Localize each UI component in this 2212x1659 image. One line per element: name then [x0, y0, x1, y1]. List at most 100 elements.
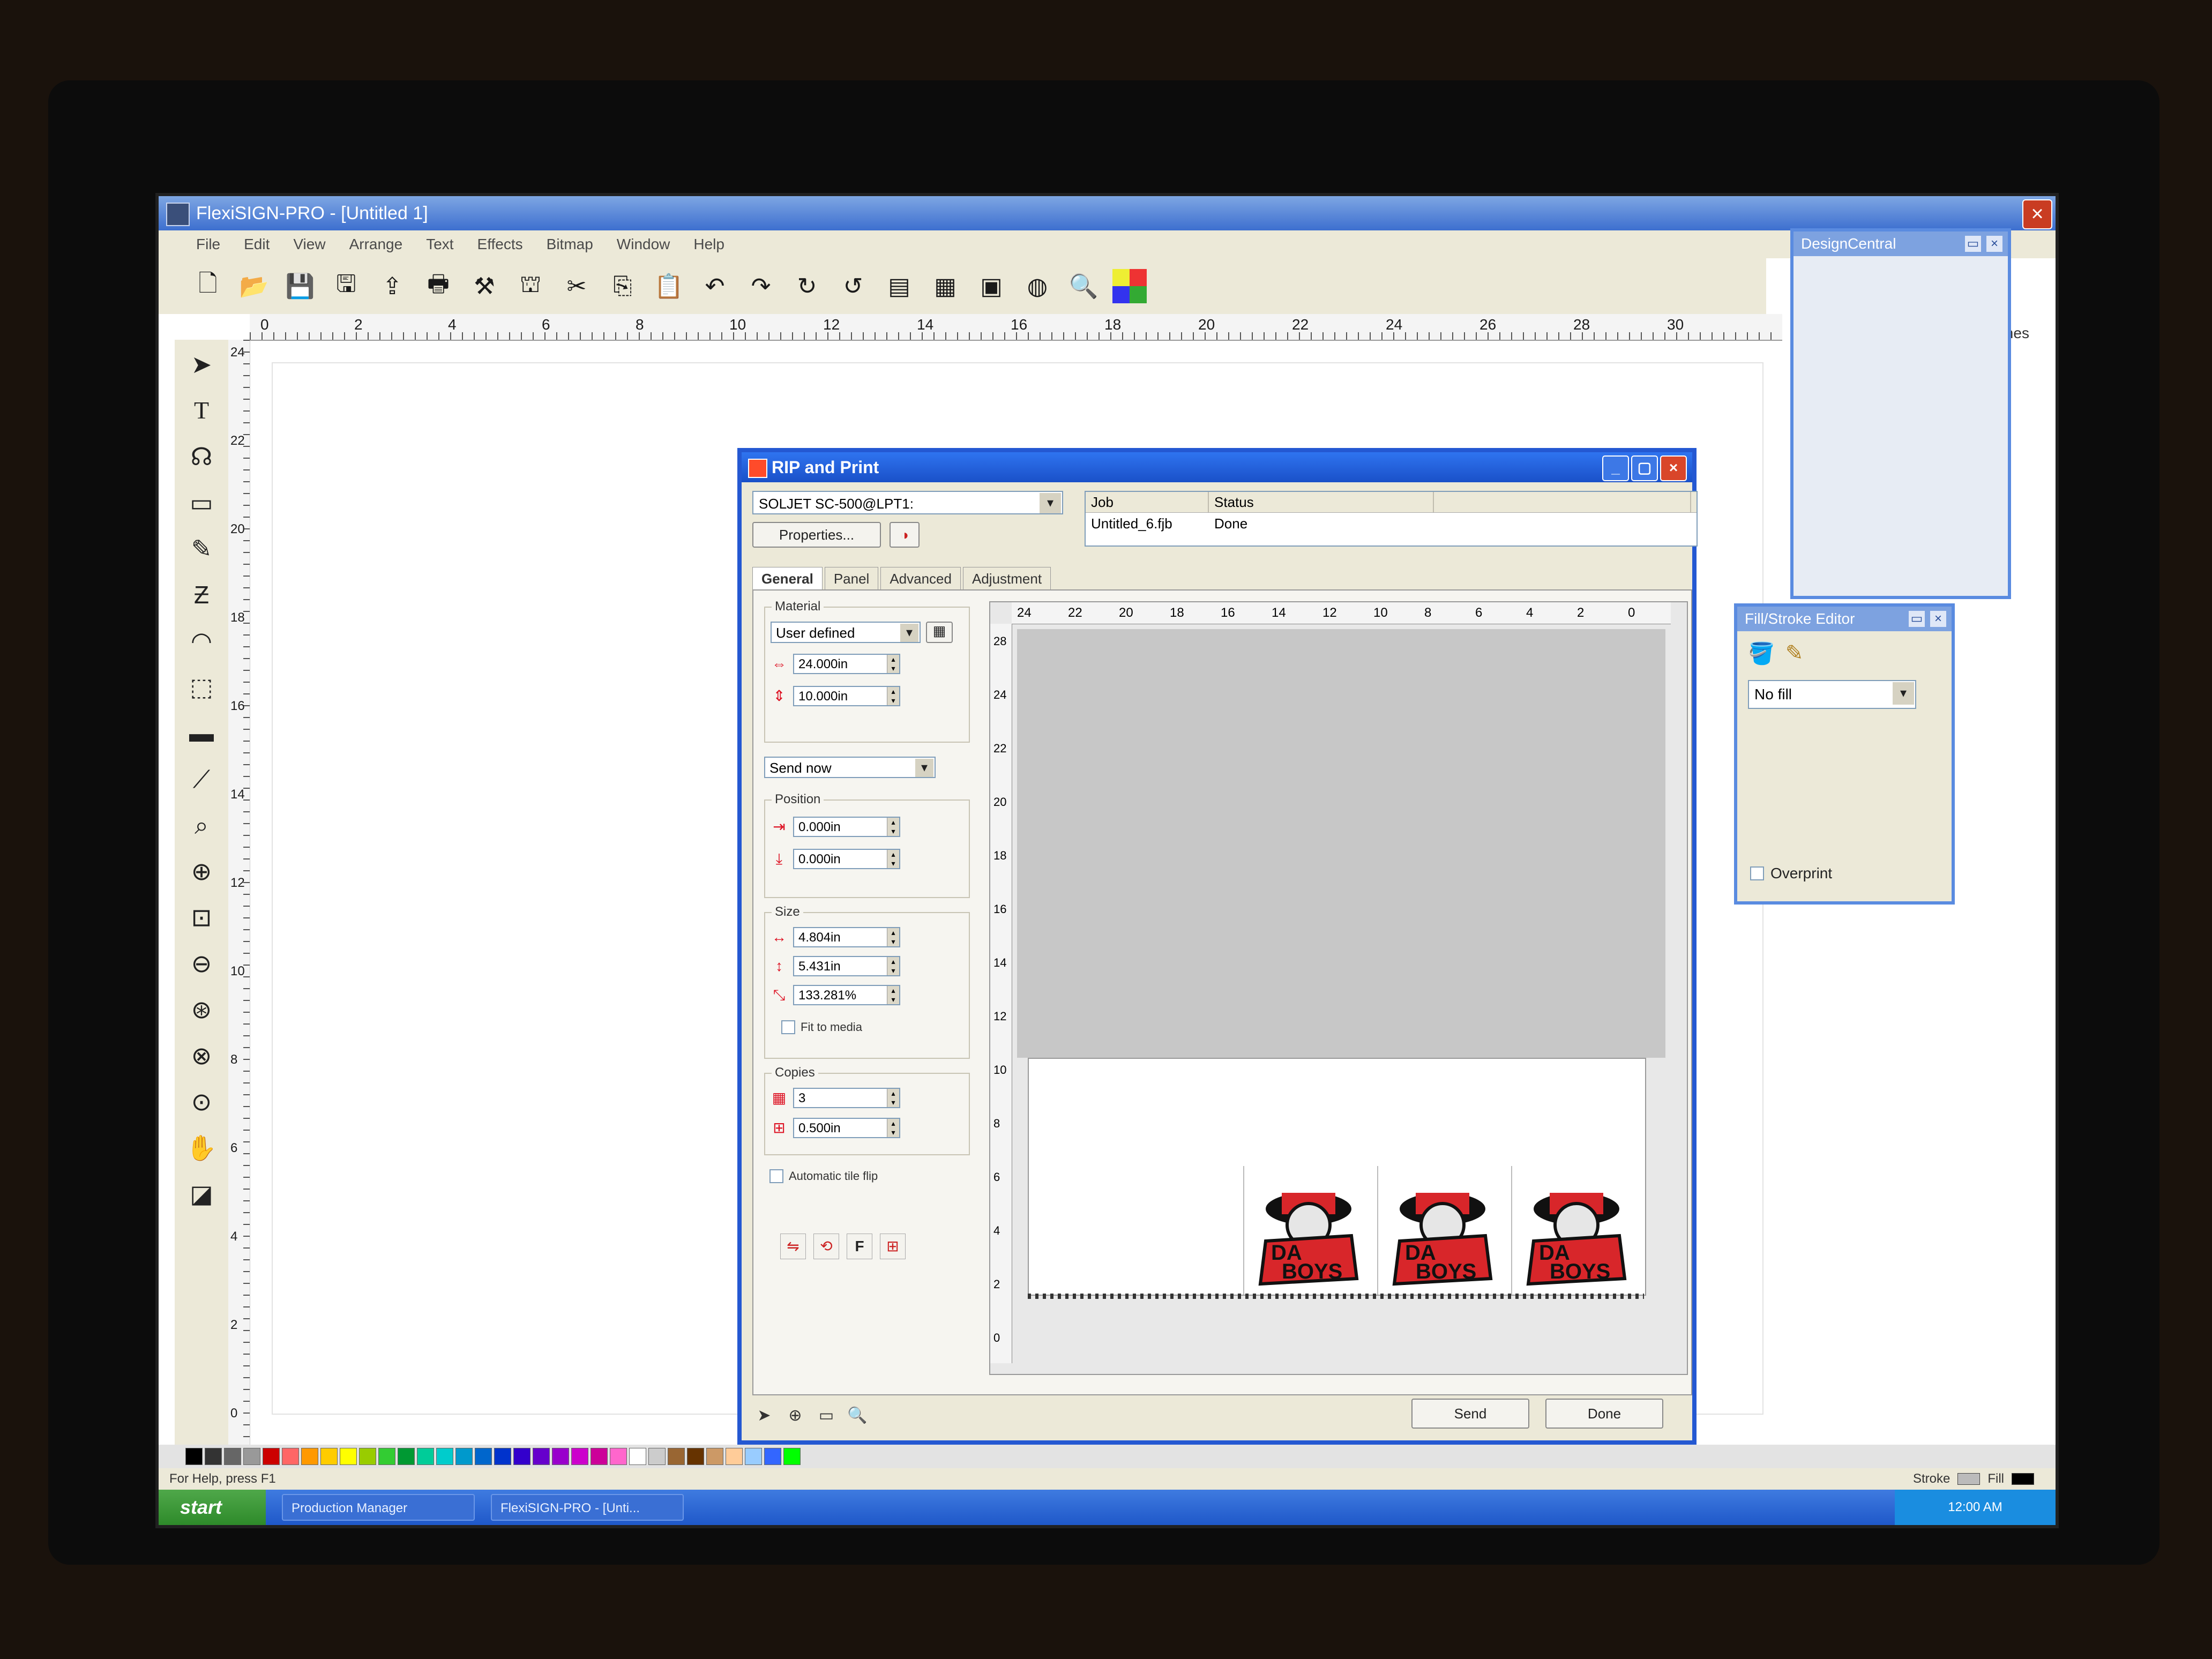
menu-file[interactable]: File	[196, 230, 220, 258]
size-height-input[interactable]: 5.431in ▴ ▾	[793, 956, 900, 976]
node-tool-icon[interactable]: ✎	[184, 533, 219, 565]
arrow-icon[interactable]: ➤	[752, 1404, 776, 1428]
printer-dropdown[interactable]: SOLJET SC-500@LPT1: ▾	[752, 491, 1063, 514]
select-tool-icon[interactable]: ➤	[184, 348, 219, 380]
tile-copy-2[interactable]: DA BOYS	[1377, 1166, 1507, 1295]
media-width-input[interactable]: 24.000in ▴ ▾	[793, 654, 900, 674]
tab-adjustment[interactable]: Adjustment	[962, 567, 1051, 591]
fill-swatch[interactable]	[2012, 1473, 2034, 1485]
palette-swatch[interactable]	[455, 1448, 473, 1465]
palette-swatch[interactable]	[494, 1448, 511, 1465]
send-mode-dropdown[interactable]: Send now ▾	[764, 757, 936, 778]
tile-icon[interactable]: ⊞	[880, 1234, 906, 1259]
curve-tool-icon[interactable]: ◠	[184, 625, 219, 657]
fit-to-media-checkbox[interactable]	[781, 1020, 795, 1034]
paste-icon[interactable]: 📋	[652, 269, 686, 303]
spin-icon[interactable]: ▴ ▾	[887, 928, 899, 946]
palette-swatch[interactable]	[320, 1448, 338, 1465]
spin-icon[interactable]: ▴ ▾	[887, 957, 899, 975]
maximize-icon[interactable]: ▢	[1631, 455, 1658, 481]
tab-panel[interactable]: Panel	[824, 567, 879, 591]
main-titlebar[interactable]: FlexiSIGN-PRO - [Untitled 1] ×	[159, 196, 2056, 230]
zoom-in-icon[interactable]: ⊕	[783, 1404, 807, 1428]
fit-page-icon[interactable]: ▭	[814, 1404, 838, 1428]
chevron-down-icon[interactable]: ▾	[915, 759, 933, 777]
tile-copy-1[interactable]: DA BOYS	[1243, 1166, 1373, 1295]
palette-swatch[interactable]	[629, 1448, 646, 1465]
media-settings-icon[interactable]: ▦	[926, 622, 953, 643]
zoom-in-icon[interactable]: ⊕	[184, 855, 219, 887]
design-central-titlebar[interactable]: DesignCentral ▭ ×	[1793, 231, 2008, 256]
palette-swatch[interactable]	[513, 1448, 530, 1465]
mirror-icon[interactable]: ⇋	[780, 1234, 806, 1259]
palette-swatch[interactable]	[783, 1448, 801, 1465]
menu-view[interactable]: View	[293, 230, 325, 258]
dock-icon[interactable]: ▭	[1909, 611, 1925, 627]
menu-arrange[interactable]: Arrange	[349, 230, 403, 258]
taskbar-item-flexisign[interactable]: FlexiSIGN-PRO - [Unti...	[491, 1494, 684, 1521]
palette-swatch[interactable]	[591, 1448, 608, 1465]
text-tool-icon[interactable]: T	[184, 394, 219, 427]
spin-icon[interactable]: ▴ ▾	[887, 1119, 899, 1137]
import-icon[interactable]: ⇪	[375, 269, 409, 303]
zoom-page-icon[interactable]: ⊗	[184, 1040, 219, 1072]
stroke-swatch[interactable]	[1957, 1473, 1981, 1485]
chevron-down-icon[interactable]: ▾	[1893, 682, 1914, 705]
menu-bitmap[interactable]: Bitmap	[547, 230, 593, 258]
palette-swatch[interactable]	[398, 1448, 415, 1465]
stroke-pen-icon[interactable]: ✎	[1785, 641, 1804, 666]
rip-icon[interactable]: ⛫	[513, 269, 548, 303]
design-central-icon[interactable]: ▤	[882, 269, 916, 303]
shape-tool-icon[interactable]: ☊	[184, 440, 219, 473]
material-dropdown[interactable]: User defined ▾	[771, 622, 921, 643]
dock-icon[interactable]: ▭	[1965, 236, 1981, 252]
overprint-checkbox[interactable]	[1750, 866, 1764, 880]
production-icon[interactable]: ▣	[974, 269, 1008, 303]
done-button[interactable]: Done	[1545, 1399, 1663, 1429]
menu-edit[interactable]: Edit	[244, 230, 270, 258]
zoom-all-icon[interactable]: ⊛	[184, 993, 219, 1026]
scale-input[interactable]: 133.281% ▴ ▾	[793, 985, 900, 1005]
palette-swatch[interactable]	[185, 1448, 203, 1465]
chevron-down-icon[interactable]: ▾	[900, 624, 918, 642]
palette-swatch[interactable]	[726, 1448, 743, 1465]
rip-titlebar[interactable]: RIP and Print _ ▢ ×	[742, 452, 1692, 482]
size-width-input[interactable]: 4.804in ▴ ▾	[793, 927, 900, 947]
palette-swatch[interactable]	[243, 1448, 260, 1465]
menu-window[interactable]: Window	[617, 230, 670, 258]
position-y-input[interactable]: 0.000in ▴ ▾	[793, 849, 900, 869]
menu-help[interactable]: Help	[693, 230, 724, 258]
spin-icon[interactable]: ▴ ▾	[887, 850, 899, 868]
palette-swatch[interactable]	[745, 1448, 762, 1465]
palette-swatch[interactable]	[301, 1448, 318, 1465]
spin-icon[interactable]: ▴ ▾	[887, 687, 899, 705]
print-preview[interactable]: 24 22 20 18 16 14 12 10 8 6 4 2 0 28 24 …	[989, 601, 1688, 1375]
palette-swatch[interactable]	[552, 1448, 569, 1465]
palette-swatch[interactable]	[263, 1448, 280, 1465]
minimize-icon[interactable]: _	[1602, 455, 1629, 481]
close-icon[interactable]: ×	[1660, 455, 1687, 481]
redo-alt-icon[interactable]: ↻	[790, 269, 824, 303]
flip-icon[interactable]: F	[847, 1234, 872, 1259]
spin-icon[interactable]: ▴ ▾	[887, 655, 899, 673]
save-icon[interactable]: 💾	[283, 269, 317, 303]
zoom-out-icon[interactable]: ⊖	[184, 947, 219, 980]
zigzag-tool-icon[interactable]: Ƶ	[184, 579, 219, 611]
close-icon[interactable]: ×	[1930, 611, 1946, 627]
color-well-icon[interactable]: ◪	[184, 1178, 219, 1210]
fill-stroke-titlebar[interactable]: Fill/Stroke Editor ▭ ×	[1737, 607, 1952, 631]
job-row[interactable]: Untitled_6.fjb Done	[1086, 513, 1697, 534]
status-column-header[interactable]: Status	[1209, 492, 1434, 512]
close-icon[interactable]: ×	[2022, 199, 2052, 229]
zoom-icon[interactable]: 🔍	[846, 1404, 869, 1428]
menu-effects[interactable]: Effects	[477, 230, 523, 258]
spin-icon[interactable]: ▴ ▾	[887, 986, 899, 1004]
tab-advanced[interactable]: Advanced	[880, 567, 961, 591]
cut-icon[interactable]: ✂	[559, 269, 594, 303]
chevron-down-icon[interactable]: ▾	[1040, 493, 1061, 513]
redo-icon[interactable]: ↷	[744, 269, 778, 303]
swatch-icon[interactable]	[1112, 269, 1147, 303]
system-clock[interactable]: 12:00 AM	[1895, 1490, 2056, 1525]
palette-swatch[interactable]	[533, 1448, 550, 1465]
color-settings-icon[interactable]: ◑	[890, 522, 920, 548]
